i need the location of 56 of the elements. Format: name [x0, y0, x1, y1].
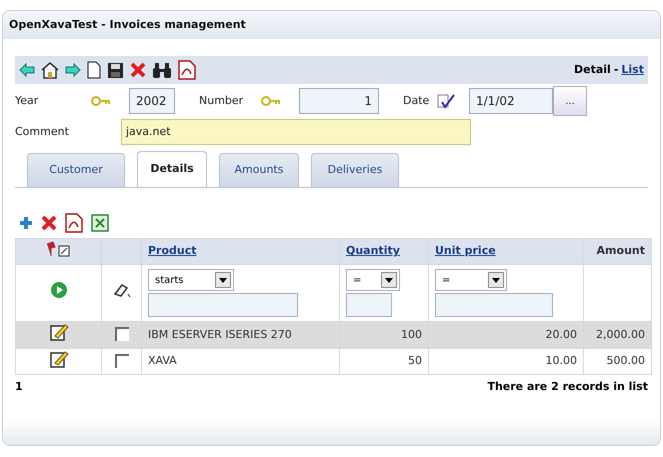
- operator-dropdown[interactable]: =: [346, 269, 400, 291]
- filter-input[interactable]: [435, 293, 553, 317]
- tab[interactable]: Customer: [27, 153, 125, 187]
- input-field[interactable]: 1/1/02: [469, 88, 553, 114]
- add-icon[interactable]: [19, 216, 33, 230]
- row-checkbox[interactable]: [114, 327, 128, 342]
- back-arrow-icon[interactable]: [19, 63, 35, 77]
- pdf-icon[interactable]: [178, 60, 196, 80]
- comment-field[interactable]: java.net: [121, 119, 471, 145]
- column-settings-icon[interactable]: [44, 240, 72, 257]
- edit-icon[interactable]: [48, 322, 68, 342]
- save-icon[interactable]: [107, 62, 124, 78]
- eraser-icon[interactable]: [112, 282, 132, 298]
- table-cell: 20.00: [428, 322, 584, 348]
- key-icon: [91, 96, 111, 106]
- records-summary: There are 2 records in list: [487, 379, 648, 395]
- table-cell: 2,000.00: [584, 322, 652, 348]
- delete-icon[interactable]: [41, 215, 57, 231]
- filter-input[interactable]: [346, 293, 392, 317]
- list-link[interactable]: List: [621, 62, 644, 78]
- delete-icon[interactable]: [130, 62, 146, 78]
- field-label: Date: [403, 92, 430, 109]
- table-cell: 500.00: [584, 348, 652, 374]
- field-label: Comment: [15, 124, 70, 140]
- tab[interactable]: Details: [137, 151, 207, 187]
- table-cell: 50: [340, 348, 428, 374]
- tab[interactable]: Deliveries: [311, 153, 399, 187]
- home-icon[interactable]: [41, 61, 59, 79]
- binoculars-icon[interactable]: [152, 62, 172, 78]
- input-field[interactable]: 2002: [129, 88, 175, 114]
- page-number[interactable]: 1: [15, 379, 23, 396]
- operator-dropdown[interactable]: =: [435, 269, 507, 291]
- date-picker-button[interactable]: ...: [553, 86, 587, 116]
- field-label: Number: [199, 92, 244, 109]
- view-mode-label: Detail: [574, 62, 611, 78]
- spreadsheet-icon[interactable]: [91, 214, 109, 232]
- tab[interactable]: Amounts: [219, 153, 299, 187]
- calendar-check-icon: [437, 93, 455, 109]
- play-icon[interactable]: [50, 281, 68, 300]
- pdf-icon[interactable]: [65, 213, 83, 233]
- table-cell: XAVA: [142, 348, 340, 374]
- edit-icon[interactable]: [48, 348, 68, 368]
- table-cell: 10.00: [428, 348, 584, 374]
- filter-input[interactable]: [148, 293, 298, 317]
- input-field[interactable]: 1: [299, 88, 379, 114]
- forward-arrow-icon[interactable]: [65, 63, 81, 77]
- column-header: Amount: [596, 244, 645, 258]
- table-cell: IBM ESERVER ISERIES 270: [142, 322, 340, 348]
- operator-dropdown[interactable]: starts: [148, 269, 234, 291]
- window-title: OpenXavaTest - Invoices management: [9, 16, 246, 33]
- field-label: Year: [15, 92, 40, 109]
- new-document-icon[interactable]: [87, 61, 101, 79]
- key-icon: [261, 96, 281, 106]
- column-header-link[interactable]: Product: [148, 244, 197, 258]
- separator-text: -: [614, 62, 618, 78]
- table-cell: 100: [340, 322, 428, 348]
